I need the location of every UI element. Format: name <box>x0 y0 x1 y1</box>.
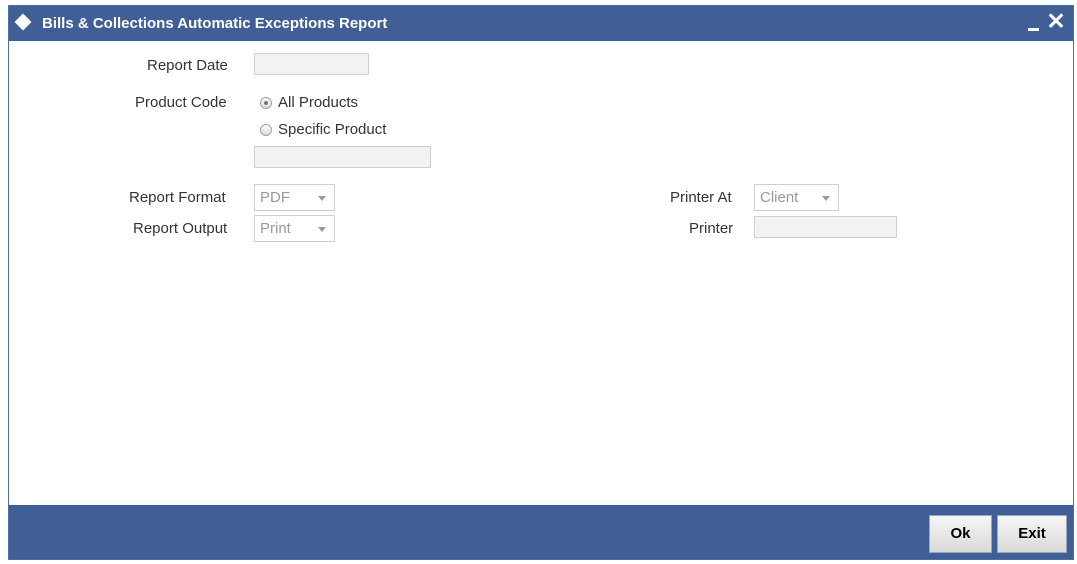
report-output-value: Print <box>260 220 291 237</box>
footer-bar: Ok Exit <box>9 505 1073 559</box>
printer-label: Printer <box>689 220 734 237</box>
printer-at-value: Client <box>760 189 799 206</box>
close-icon[interactable]: ✕ <box>1046 9 1066 33</box>
report-format-label: Report Format <box>129 189 226 206</box>
printer-at-label: Printer At <box>670 189 732 206</box>
report-window: Bills & Collections Automatic Exceptions… <box>8 5 1074 560</box>
product-code-label: Product Code <box>135 94 227 111</box>
report-format-value: PDF <box>260 189 290 206</box>
chevron-down-icon <box>318 227 326 232</box>
report-date-label: Report Date <box>147 57 228 74</box>
specific-product-input[interactable] <box>254 146 431 168</box>
printer-input[interactable] <box>754 216 897 238</box>
radio-all-products-button[interactable] <box>260 96 272 109</box>
chevron-down-icon <box>822 196 830 201</box>
report-output-label: Report Output <box>133 220 228 237</box>
radio-specific-product-button[interactable] <box>260 123 272 136</box>
report-output-select[interactable]: Print <box>254 215 335 242</box>
radio-all-products[interactable]: All Products <box>260 94 358 111</box>
title-bar: Bills & Collections Automatic Exceptions… <box>9 6 1073 41</box>
report-format-select[interactable]: PDF <box>254 184 335 211</box>
diamond-icon <box>14 13 32 31</box>
report-date-input[interactable] <box>254 53 369 75</box>
minimize-icon[interactable] <box>1028 28 1039 31</box>
ok-button[interactable]: Ok <box>929 515 992 553</box>
chevron-down-icon <box>318 196 326 201</box>
radio-specific-product[interactable]: Specific Product <box>260 121 386 138</box>
radio-all-products-label: All Products <box>278 94 359 111</box>
window-title: Bills & Collections Automatic Exceptions… <box>42 15 388 32</box>
exit-button[interactable]: Exit <box>997 515 1067 553</box>
radio-specific-product-label: Specific Product <box>278 121 387 138</box>
printer-at-select[interactable]: Client <box>754 184 839 211</box>
